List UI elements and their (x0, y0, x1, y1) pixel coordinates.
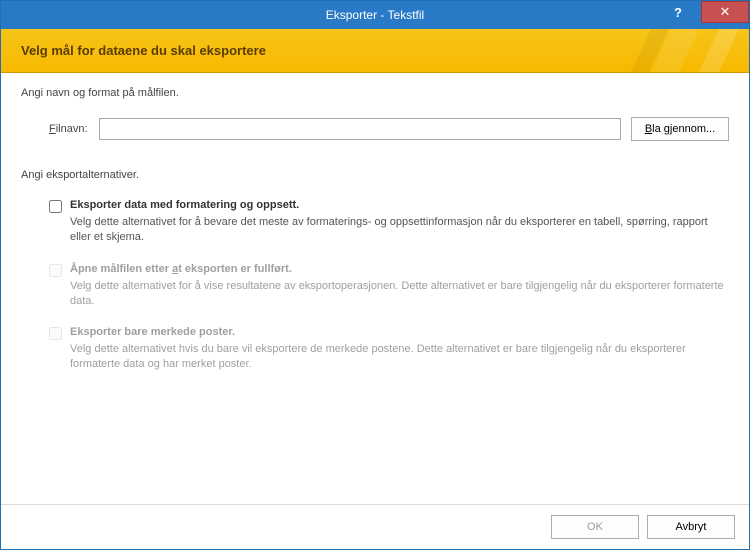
filename-label: Filnavn: (49, 123, 99, 135)
titlebar: Eksporter - Tekstfil ? ✕ (1, 1, 749, 29)
option-selected-only-title: Eksporter bare merkede poster. (70, 326, 729, 338)
window-title: Eksporter - Tekstfil (1, 8, 749, 22)
option-selected-only-desc: Velg dette alternativet hvis du bare vil… (70, 342, 729, 372)
content-area: Angi navn og format på målfilen. Filnavn… (1, 73, 749, 504)
option-export-formatting-checkbox[interactable] (49, 200, 62, 213)
wizard-header: Velg mål for dataene du skal eksportere (1, 29, 749, 73)
option-open-after-checkbox (49, 264, 62, 277)
option-export-formatting: Eksporter data med formatering og oppset… (49, 199, 729, 245)
titlebar-controls: ? ✕ (655, 1, 749, 29)
wizard-heading: Velg mål for dataene du skal eksportere (21, 43, 266, 58)
footer: OK Avbryt (1, 504, 749, 549)
option-selected-only: Eksporter bare merkede poster. Velg dett… (49, 326, 729, 372)
option-export-formatting-desc: Velg dette alternativet for å bevare det… (70, 215, 729, 245)
close-button[interactable]: ✕ (701, 1, 749, 23)
filename-row: Filnavn: Bla gjennom... (49, 117, 729, 141)
option-open-after-title: Åpne målfilen etter at eksporten er full… (70, 263, 729, 275)
filename-input[interactable] (99, 118, 621, 140)
option-export-formatting-title: Eksporter data med formatering og oppset… (70, 199, 729, 211)
dialog-window: Eksporter - Tekstfil ? ✕ Velg mål for da… (0, 0, 750, 550)
options-section-label: Angi eksportalternativer. (21, 169, 729, 181)
option-selected-only-checkbox (49, 327, 62, 340)
destination-section-label: Angi navn og format på målfilen. (21, 87, 729, 99)
browse-button[interactable]: Bla gjennom... (631, 117, 729, 141)
option-open-after-desc: Velg dette alternativet for å vise resul… (70, 279, 729, 309)
ok-button: OK (551, 515, 639, 539)
help-button[interactable]: ? (655, 1, 701, 23)
option-open-after: Åpne målfilen etter at eksporten er full… (49, 263, 729, 309)
cancel-button[interactable]: Avbryt (647, 515, 735, 539)
